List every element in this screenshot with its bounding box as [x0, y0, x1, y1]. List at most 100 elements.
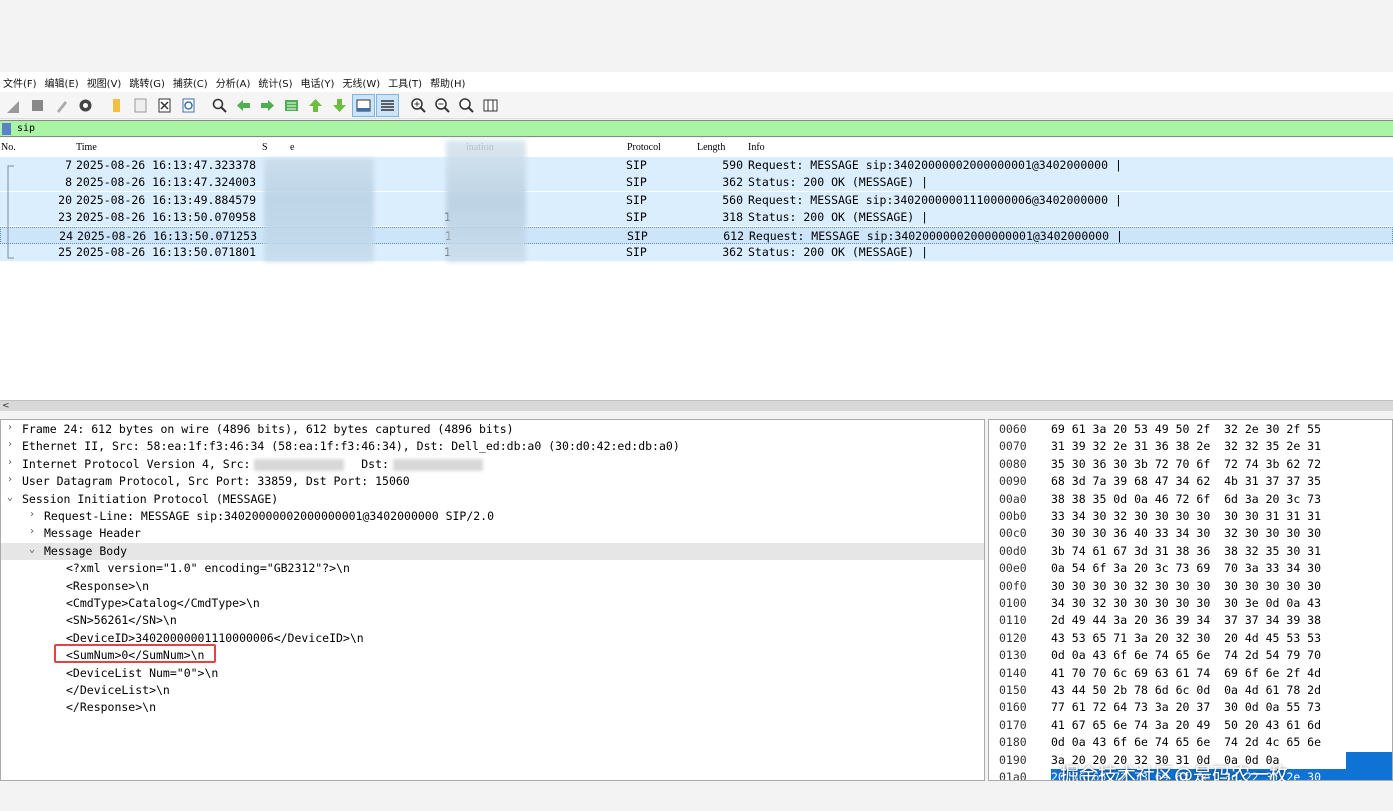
- detail-tree-item[interactable]: <SN>56261</SN>\n: [1, 612, 984, 629]
- menu-item-9[interactable]: 工具(T): [388, 75, 430, 90]
- byte-row[interactable]: 0140 41 70 70 6c 69 63 61 74 69 6f 6e 2f …: [989, 665, 1392, 682]
- zoom-out-icon[interactable]: [431, 94, 454, 117]
- column-protocol[interactable]: Protocol: [627, 142, 661, 153]
- detail-tree-item[interactable]: › Message Header: [1, 525, 984, 542]
- detail-tree-item[interactable]: <DeviceList Num="0">\n: [1, 665, 984, 682]
- byte-hex: 0d 0a 43 6f 6e 74 65 6e 74 2d 54 79 70: [1051, 648, 1322, 663]
- byte-row[interactable]: 00e0 0a 54 6f 3a 20 3c 73 69 70 3a 33 34 …: [989, 560, 1392, 577]
- chevron-right-icon[interactable]: ›: [29, 509, 35, 520]
- column-no[interactable]: No.: [1, 142, 16, 153]
- byte-row[interactable]: 0070 31 39 32 2e 31 36 38 2e 32 32 35 2e …: [989, 438, 1392, 455]
- column-source[interactable]: S: [262, 142, 268, 153]
- chevron-right-icon[interactable]: ›: [7, 422, 13, 433]
- menu-item-0[interactable]: 文件(F): [3, 75, 45, 90]
- byte-row[interactable]: 0170 41 67 65 6e 74 3a 20 49 50 20 43 61 …: [989, 717, 1392, 734]
- detail-tree-item[interactable]: <DeviceID>34020000001110000006</DeviceID…: [1, 630, 984, 647]
- byte-row[interactable]: 00d0 3b 74 61 67 3d 31 38 36 38 32 35 30 …: [989, 543, 1392, 560]
- chevron-right-icon[interactable]: ›: [7, 457, 13, 468]
- menu-item-1[interactable]: 编辑(E): [45, 75, 87, 90]
- detail-text: </DeviceList>\n: [66, 683, 170, 697]
- column-time[interactable]: Time: [76, 142, 97, 153]
- detail-tree-item[interactable]: <SumNum>0</SumNum>\n: [1, 647, 984, 664]
- detail-tree-item[interactable]: › Frame 24: 612 bytes on wire (4896 bits)…: [1, 421, 984, 438]
- last-packet-icon[interactable]: [328, 94, 351, 117]
- byte-row[interactable]: 0150 43 44 50 2b 78 6d 6c 0d 0a 4d 61 78 …: [989, 682, 1392, 699]
- detail-tree-item[interactable]: <CmdType>Catalog</CmdType>\n: [1, 595, 984, 612]
- menu-item-10[interactable]: 帮助(H): [430, 75, 473, 90]
- byte-row[interactable]: 0120 43 53 65 71 3a 20 32 30 20 4d 45 53 …: [989, 630, 1392, 647]
- chevron-down-icon[interactable]: ⌄: [29, 544, 35, 555]
- scroll-left-icon[interactable]: <: [2, 401, 10, 411]
- stop-icon[interactable]: [26, 94, 49, 117]
- byte-row[interactable]: 00c0 30 30 30 36 40 33 34 30 32 30 30 30 …: [989, 525, 1392, 542]
- detail-tree-item[interactable]: </DeviceList>\n: [1, 682, 984, 699]
- packet-row[interactable]: 24 2025-08-26 16:13:50.071253 SIP 612 Reques…: [0, 226, 1393, 244]
- byte-row[interactable]: 0060 69 61 3a 20 53 49 50 2f 32 2e 30 2f …: [989, 421, 1392, 438]
- packet-row[interactable]: 7 2025-08-26 16:13:47.323378 SIP 590 Request…: [0, 157, 1393, 174]
- byte-row[interactable]: 0090 68 3d 7a 39 68 47 34 62 4b 31 37 37 …: [989, 473, 1392, 490]
- close-file-icon[interactable]: [153, 94, 176, 117]
- byte-hex: 33 34 30 32 30 30 30 30 30 30 31 31 31: [1051, 509, 1322, 523]
- packet-row[interactable]: 20 2025-08-26 16:13:49.884579 SIP 560 Reques…: [0, 191, 1393, 209]
- packet-protocol: SIP: [626, 175, 647, 190]
- menu-item-2[interactable]: 视图(V): [87, 75, 130, 90]
- byte-row[interactable]: 00b0 33 34 30 32 30 30 30 30 30 30 31 31 …: [989, 508, 1392, 525]
- first-packet-icon[interactable]: [304, 94, 327, 117]
- detail-tree-item[interactable]: <Response>\n: [1, 578, 984, 595]
- byte-row[interactable]: 0100 34 30 32 30 30 30 30 30 30 3e 0d 0a …: [989, 595, 1392, 612]
- byte-row[interactable]: 0080 35 30 36 30 3b 72 70 6f 72 74 3b 62 …: [989, 456, 1392, 473]
- packet-row[interactable]: 25 2025-08-26 16:13:50.071801 SIP 362 Status…: [0, 244, 1393, 261]
- detail-text: Message Header: [44, 526, 141, 541]
- byte-row[interactable]: 0110 2d 49 44 3a 20 36 39 34 37 37 34 39 …: [989, 612, 1392, 629]
- horizontal-scrollbar[interactable]: <: [0, 400, 1393, 411]
- back-arrow-icon[interactable]: [232, 94, 255, 117]
- restart-icon[interactable]: [50, 94, 73, 117]
- byte-row[interactable]: 00a0 38 38 35 0d 0a 46 72 6f 6d 3a 20 3c …: [989, 491, 1392, 508]
- byte-offset: 00c0: [999, 526, 1027, 541]
- byte-row[interactable]: 0180 0d 0a 43 6f 6e 74 65 6e 74 2d 4c 65 …: [989, 734, 1392, 751]
- filter-bookmark-icon[interactable]: [2, 122, 11, 135]
- autoscroll-icon[interactable]: [352, 93, 375, 117]
- chevron-right-icon[interactable]: ›: [29, 526, 35, 537]
- byte-row[interactable]: 00f0 30 30 30 30 32 30 30 30 30 30 30 30 …: [989, 578, 1392, 595]
- chevron-down-icon[interactable]: ⌄: [7, 492, 13, 503]
- options-gear-icon[interactable]: [74, 94, 97, 117]
- packet-info: Request: MESSAGE sip:3402000000200000000…: [749, 228, 1123, 243]
- menu-item-4[interactable]: 捕获(C): [173, 75, 216, 90]
- column-info[interactable]: Info: [748, 142, 765, 153]
- menu-item-5[interactable]: 分析(A): [216, 75, 259, 90]
- detail-tree-item[interactable]: </Response>\n: [1, 699, 984, 716]
- go-to-packet-icon[interactable]: [280, 94, 303, 117]
- open-file-icon[interactable]: [105, 94, 128, 117]
- find-icon[interactable]: [208, 94, 231, 117]
- display-filter-input[interactable]: [17, 121, 1393, 136]
- normal-size-icon[interactable]: [455, 94, 478, 117]
- column-length[interactable]: Length: [697, 142, 725, 153]
- detail-tree-item[interactable]: ⌄ Message Body: [1, 542, 984, 560]
- detail-tree-item[interactable]: › User Datagram Protocol, Src Port: 33859…: [1, 473, 984, 490]
- packet-time: 2025-08-26 16:13:50.070958: [76, 210, 257, 225]
- packet-protocol: SIP: [627, 228, 648, 243]
- detail-tree-item[interactable]: › Ethernet II, Src: 58:ea:1f:f3:46:34 (58…: [1, 438, 984, 455]
- detail-tree-item[interactable]: › Internet Protocol Version 4, Src: Dst:: [1, 456, 984, 473]
- chevron-right-icon[interactable]: ›: [7, 439, 13, 450]
- resize-columns-icon[interactable]: [479, 94, 502, 117]
- reload-icon[interactable]: [177, 94, 200, 117]
- packet-row[interactable]: 8 2025-08-26 16:13:47.324003 SIP 362 Status:…: [0, 174, 1393, 192]
- shark-fin-icon[interactable]: [2, 94, 25, 117]
- detail-tree-item[interactable]: ⌄ Session Initiation Protocol (MESSAGE): [1, 491, 984, 508]
- detail-tree-item[interactable]: <?xml version="1.0" encoding="GB2312"?>\…: [1, 560, 984, 577]
- menu-item-8[interactable]: 无线(W): [342, 75, 388, 90]
- save-file-icon[interactable]: [129, 94, 152, 117]
- menu-item-3[interactable]: 跳转(G): [129, 75, 173, 90]
- packet-row[interactable]: 23 2025-08-26 16:13:50.070958 SIP 318 Status…: [0, 209, 1393, 227]
- detail-tree-item[interactable]: › Request-Line: MESSAGE sip:3402000000200…: [1, 508, 984, 525]
- forward-arrow-icon[interactable]: [256, 94, 279, 117]
- menu-item-7[interactable]: 电话(Y): [301, 75, 343, 90]
- byte-row[interactable]: 0130 0d 0a 43 6f 6e 74 65 6e 74 2d 54 79 …: [989, 647, 1392, 664]
- menu-item-6[interactable]: 统计(S): [258, 75, 300, 90]
- zoom-in-icon[interactable]: [407, 94, 430, 117]
- chevron-right-icon[interactable]: ›: [7, 474, 13, 485]
- colorize-icon[interactable]: [376, 93, 399, 117]
- byte-row[interactable]: 0160 77 61 72 64 73 3a 20 37 30 0d 0a 55 …: [989, 699, 1392, 716]
